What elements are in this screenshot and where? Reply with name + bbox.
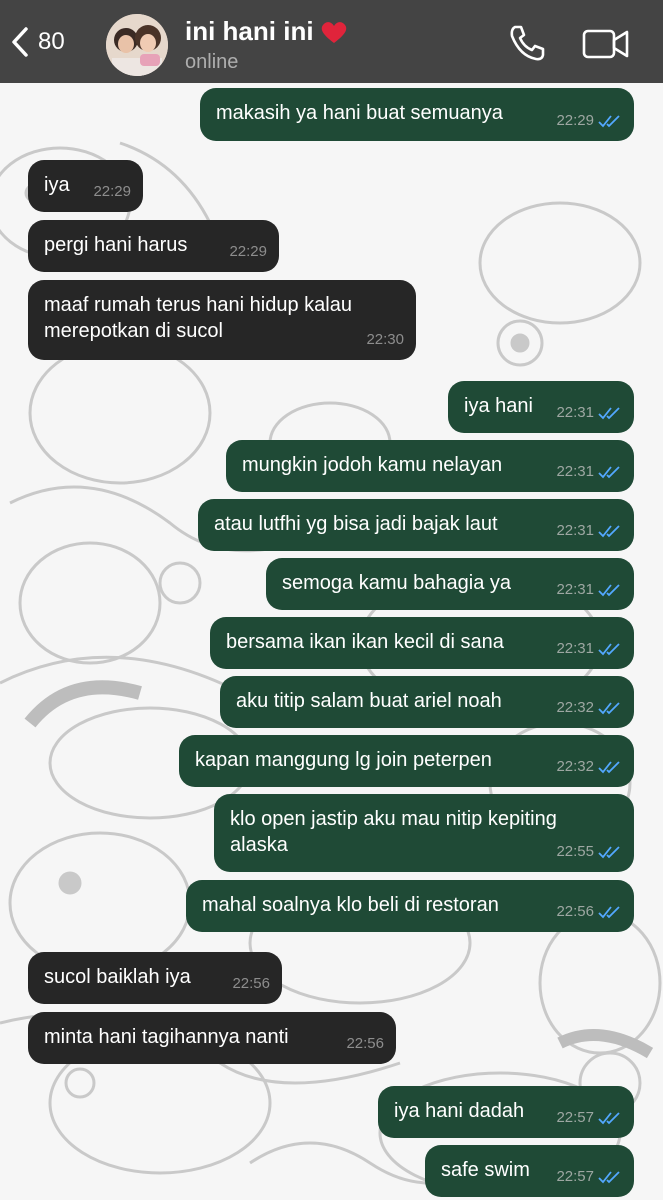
unread-count: 80 [38, 28, 65, 55]
message-text: iya [44, 174, 70, 196]
message-bubble-outgoing[interactable]: safe swim 22:57 [425, 1145, 634, 1197]
message-time: 22:31 [556, 522, 594, 539]
message-text: atau lutfhi yg bisa jadi bajak laut [214, 513, 498, 535]
message-text: bersama ikan ikan kecil di sana [226, 631, 504, 653]
message-time: 22:57 [556, 1168, 594, 1185]
message-text: maaf rumah terus hani hidup kalau merepo… [44, 294, 358, 342]
message-text: semoga kamu bahagia ya [282, 572, 512, 594]
message-bubble-outgoing[interactable]: aku titip salam buat ariel noah 22:32 [220, 676, 634, 728]
read-ticks-icon [598, 1112, 620, 1125]
message-text: pergi hani harus [44, 234, 188, 256]
message-time: 22:57 [556, 1109, 594, 1126]
message-bubble-incoming[interactable]: minta hani tagihannya nanti 22:56 [28, 1012, 396, 1064]
message-text: mungkin jodoh kamu nelayan [242, 454, 503, 476]
message-text: aku titip salam buat ariel noah [236, 690, 502, 712]
read-ticks-icon [598, 846, 620, 859]
message-time: 22:31 [556, 640, 594, 657]
message-time: 22:29 [556, 112, 594, 129]
message-bubble-outgoing[interactable]: atau lutfhi yg bisa jadi bajak laut 22:3… [198, 499, 634, 551]
read-ticks-icon [598, 1171, 620, 1184]
read-ticks-icon [598, 584, 620, 597]
message-time: 22:56 [232, 975, 270, 992]
message-time: 22:30 [366, 331, 404, 348]
message-text: mahal soalnya klo beli di restoran [202, 894, 499, 916]
heart-icon [321, 21, 346, 43]
read-ticks-icon [598, 906, 620, 919]
message-bubble-outgoing[interactable]: mahal soalnya klo beli di restoran 22:56 [186, 880, 634, 932]
message-time: 22:29 [93, 183, 131, 200]
message-time: 22:55 [556, 843, 594, 860]
video-call-button[interactable] [582, 26, 630, 62]
read-ticks-icon [598, 115, 620, 128]
contact-status: online [185, 51, 239, 73]
back-chevron-icon [12, 27, 28, 57]
chat-header: 80 ini hani ini online [0, 0, 663, 83]
read-ticks-icon [598, 761, 620, 774]
message-time: 22:56 [556, 903, 594, 920]
back-button[interactable]: 80 [10, 20, 65, 64]
message-text: sucol baiklah iya [44, 966, 191, 988]
read-ticks-icon [598, 702, 620, 715]
message-bubble-incoming[interactable]: sucol baiklah iya 22:56 [28, 952, 282, 1004]
message-time: 22:31 [556, 581, 594, 598]
message-bubble-outgoing[interactable]: iya hani 22:31 [448, 381, 634, 433]
phone-icon [510, 25, 545, 61]
message-bubble-incoming[interactable]: iya 22:29 [28, 160, 143, 212]
message-bubble-outgoing[interactable]: bersama ikan ikan kecil di sana 22:31 [210, 617, 634, 669]
message-time: 22:32 [556, 758, 594, 775]
read-ticks-icon [598, 643, 620, 656]
read-ticks-icon [598, 525, 620, 538]
message-bubble-outgoing[interactable]: klo open jastip aku mau nitip kepiting a… [214, 794, 634, 872]
message-text: makasih ya hani buat semuanya [216, 102, 503, 124]
message-time: 22:31 [556, 463, 594, 480]
message-bubble-incoming[interactable]: pergi hani harus 22:29 [28, 220, 279, 272]
message-text: iya hani dadah [394, 1100, 525, 1122]
message-bubble-outgoing[interactable]: semoga kamu bahagia ya 22:31 [266, 558, 634, 610]
message-time: 22:29 [229, 243, 267, 260]
message-time: 22:32 [556, 699, 594, 716]
voice-call-button[interactable] [506, 22, 548, 64]
message-bubble-outgoing[interactable]: makasih ya hani buat semuanya 22:29 [200, 88, 634, 141]
message-time: 22:56 [346, 1035, 384, 1052]
video-camera-icon [582, 29, 629, 59]
message-text: safe swim [441, 1159, 530, 1181]
message-bubble-incoming[interactable]: maaf rumah terus hani hidup kalau merepo… [28, 280, 416, 360]
avatar[interactable] [106, 14, 168, 76]
message-time: 22:31 [556, 404, 594, 421]
message-bubble-outgoing[interactable]: mungkin jodoh kamu nelayan 22:31 [226, 440, 634, 492]
read-ticks-icon [598, 466, 620, 479]
message-text: iya hani [464, 395, 533, 417]
read-ticks-icon [598, 407, 620, 420]
message-text: klo open jastip aku mau nitip kepiting a… [230, 808, 563, 856]
contact-name[interactable]: ini hani ini [185, 16, 348, 47]
message-bubble-outgoing[interactable]: iya hani dadah 22:57 [378, 1086, 634, 1138]
message-text: minta hani tagihannya nanti [44, 1026, 289, 1048]
message-text: kapan manggung lg join peterpen [195, 749, 492, 771]
message-bubble-outgoing[interactable]: kapan manggung lg join peterpen 22:32 [179, 735, 634, 787]
